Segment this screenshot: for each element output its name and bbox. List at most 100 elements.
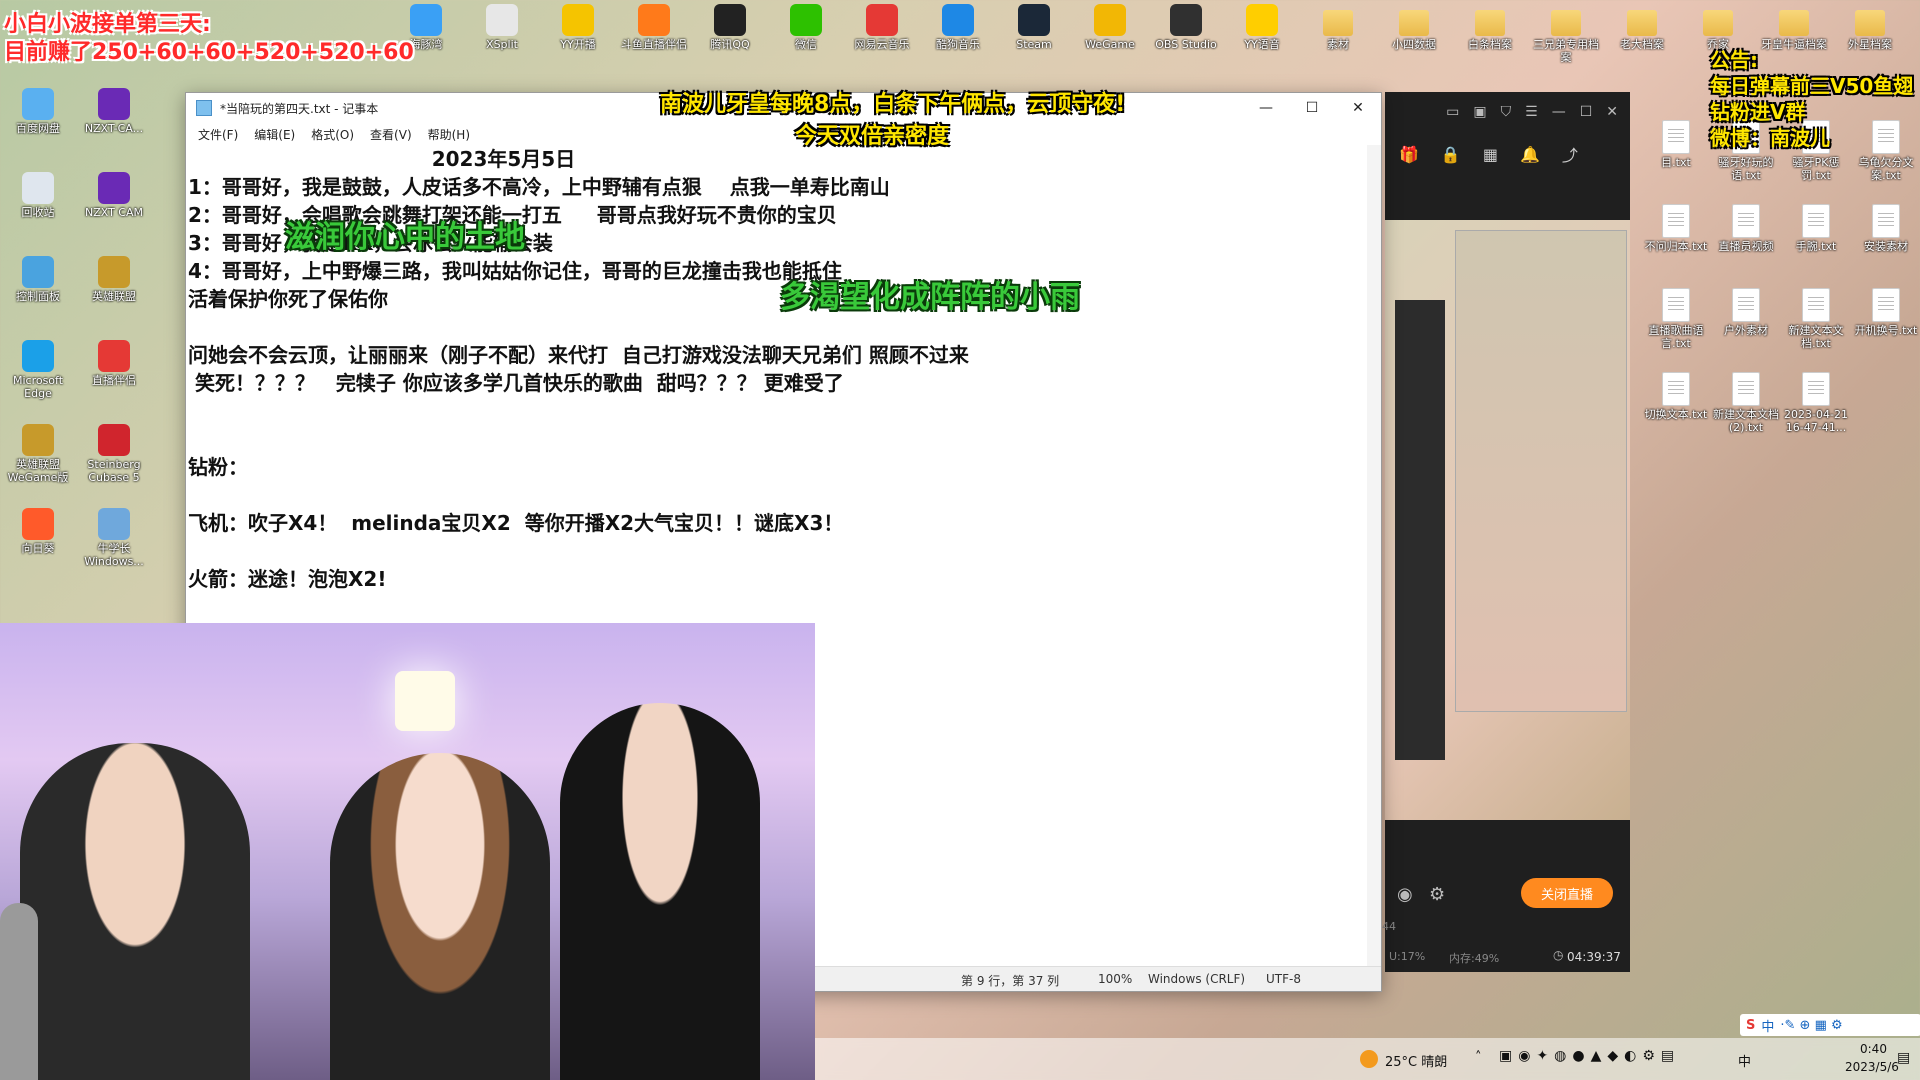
tray-icons[interactable]: ▣◉✦◍●▲◆◐⚙▤	[1499, 1048, 1680, 1064]
desktop-icon[interactable]: WeGame	[1074, 4, 1146, 51]
desktop-icon-label: 白条档案	[1468, 38, 1512, 51]
desktop-icon[interactable]: YY语音	[1226, 4, 1298, 51]
desktop-file[interactable]: 乌龟欠分文案.txt	[1850, 120, 1920, 182]
desktop-icon[interactable]: 牛学长 Windows...	[78, 508, 150, 568]
shirt-icon[interactable]: ⛉	[1501, 104, 1512, 120]
desktop-icon[interactable]: 素材	[1302, 4, 1374, 51]
desktop-icon[interactable]: 直播伴侣	[78, 340, 150, 387]
app-icon	[1551, 10, 1581, 36]
desktop-file[interactable]: 直播员视频	[1710, 204, 1782, 253]
app-icon	[790, 4, 822, 36]
person-center	[330, 753, 550, 1080]
desktop-icon[interactable]: OBS Studio	[1150, 4, 1222, 51]
desktop-icon[interactable]: 网易云音乐	[846, 4, 918, 51]
desktop-icon[interactable]: Microsoft Edge	[2, 340, 74, 400]
desktop-file[interactable]: 开机换号.txt	[1850, 288, 1920, 337]
minimize-icon[interactable]: —	[1552, 104, 1566, 120]
maximize-icon[interactable]: ☐	[1580, 104, 1593, 120]
desktop-left-icons: 百度网盘 NZXT-CA... 回收站 NZXT CAM 控制面板 英雄联盟 Microso…	[0, 88, 190, 628]
lock-icon[interactable]: 🔒	[1441, 145, 1461, 164]
desktop-file[interactable]: 手腕.txt	[1780, 204, 1852, 253]
desktop-icon[interactable]: 控制面板	[2, 256, 74, 303]
weather-text[interactable]: 25°C 晴朗	[1385, 1051, 1447, 1070]
stop-live-button[interactable]: 关闭直播	[1521, 878, 1613, 908]
app-icon	[714, 4, 746, 36]
desktop-file[interactable]: 新建文本文档.txt	[1780, 288, 1852, 350]
desktop-icon[interactable]: 英雄联盟 WeGame版	[2, 424, 74, 484]
settings-icon[interactable]: ⚙	[1429, 884, 1445, 905]
desktop-icon[interactable]: 外星档案	[1834, 4, 1906, 51]
share-icon[interactable]: ⤴	[1562, 142, 1578, 166]
text-file-icon	[1802, 372, 1830, 406]
desktop-icon[interactable]: Steinberg Cubase 5	[78, 424, 150, 484]
taskbar: 25°C 晴朗 ˄ ▣◉✦◍●▲◆◐⚙▤ 中 0:40 2023/5/6 ▤	[815, 1038, 1920, 1080]
tray-up-icon[interactable]: ˄	[1475, 1050, 1482, 1065]
app-icon	[98, 508, 130, 540]
desktop-icon[interactable]: 回收站	[2, 172, 74, 219]
desktop-icon-label: 素材	[1327, 38, 1349, 51]
app-icon	[22, 88, 54, 120]
desktop-icon-label: 老大档案	[1620, 38, 1664, 51]
gift-icon[interactable]: 🎁	[1399, 145, 1419, 164]
menu-view[interactable]: 查看(V)	[362, 123, 420, 145]
layout-icon[interactable]: ▦	[1483, 145, 1498, 164]
app-icon	[942, 4, 974, 36]
desktop-file[interactable]: 直播歌曲语言.txt	[1640, 288, 1712, 350]
desktop-icon[interactable]: 微信	[770, 4, 842, 51]
desktop-file[interactable]: 切换文本.txt	[1640, 372, 1712, 421]
close-icon[interactable]: ✕	[1606, 104, 1618, 120]
desktop-file[interactable]: 2023-04-21 16-47-41...	[1780, 372, 1852, 434]
desktop-icon[interactable]: Steam	[998, 4, 1070, 51]
desktop-icon[interactable]: 白条档案	[1454, 4, 1526, 51]
bell-icon[interactable]: 🔔	[1520, 145, 1540, 164]
text-file-icon	[1662, 288, 1690, 322]
notepad-menubar: 文件(F) 编辑(E) 格式(O) 查看(V) 帮助(H)	[186, 123, 1381, 145]
clock-time[interactable]: 0:40	[1860, 1042, 1887, 1056]
desktop-icon[interactable]: 老大档案	[1606, 4, 1678, 51]
desktop-file[interactable]: 户外素材	[1710, 288, 1782, 337]
desktop-icon[interactable]: NZXT-CA...	[78, 88, 150, 135]
desktop-file[interactable]: 不问归本.txt	[1640, 204, 1712, 253]
notification-icon[interactable]: ▤	[1897, 1050, 1910, 1066]
desktop-icon[interactable]: YY开播	[542, 4, 614, 51]
menu-file[interactable]: 文件(F)	[190, 123, 246, 145]
desktop-icon[interactable]: 英雄联盟	[78, 256, 150, 303]
menu-icon[interactable]: ☰	[1525, 104, 1538, 120]
desktop-icon-label: YY语音	[1244, 38, 1280, 51]
desktop-icon-label: 回收站	[21, 206, 55, 219]
eye-icon[interactable]: ◉	[1397, 884, 1413, 905]
desktop-icon[interactable]: XSplit	[466, 4, 538, 51]
cpu-usage: U:17%	[1389, 950, 1426, 963]
desktop-file[interactable]: 目.txt	[1640, 120, 1712, 169]
panel-icon-a[interactable]: ▭	[1446, 104, 1459, 120]
menu-format[interactable]: 格式(O)	[303, 123, 362, 145]
menu-help[interactable]: 帮助(H)	[420, 123, 478, 145]
menu-edit[interactable]: 编辑(E)	[246, 123, 303, 145]
desktop-icon[interactable]: 向日葵	[2, 508, 74, 555]
app-icon	[98, 340, 130, 372]
desktop-file-label: 开机换号.txt	[1854, 324, 1918, 337]
clock-date[interactable]: 2023/5/6	[1845, 1060, 1899, 1074]
desktop-icon[interactable]: 酷狗音乐	[922, 4, 994, 51]
panel-icon-b[interactable]: ▣	[1473, 104, 1486, 120]
desktop-icon[interactable]: 腾讯QQ	[694, 4, 766, 51]
desktop-icon[interactable]: 三兄弟专用档案	[1530, 4, 1602, 64]
desktop-icon[interactable]: 百度网盘	[2, 88, 74, 135]
app-icon	[22, 340, 54, 372]
desktop-icon[interactable]: 牙皇牛逼档案	[1758, 4, 1830, 51]
desktop-icon[interactable]: 小四数据	[1378, 4, 1450, 51]
desktop-file[interactable]: 新建文本文档 (2).txt	[1710, 372, 1782, 434]
vertical-scrollbar[interactable]	[1367, 145, 1381, 967]
desktop-file[interactable]: 安装素材	[1850, 204, 1920, 253]
desktop-icon[interactable]: NZXT CAM	[78, 172, 150, 219]
maximize-button[interactable]: ☐	[1289, 93, 1335, 123]
overlay-announcement-line2: 钻粉进V群	[1710, 100, 1806, 124]
desktop-icon-label: 小四数据	[1392, 38, 1436, 51]
ime-indicator[interactable]: 中	[1738, 1051, 1751, 1070]
desktop-icon[interactable]: 斗鱼直播伴侣	[618, 4, 690, 51]
desktop-icon-label: Steinberg Cubase 5	[87, 458, 141, 484]
ime-toolbar[interactable]: S 中 ·✎ ⊕ ▦ ⚙	[1740, 1014, 1920, 1036]
minimize-button[interactable]: —	[1243, 93, 1289, 123]
desktop-icon-label: 牛学长 Windows...	[84, 542, 144, 568]
close-button[interactable]: ✕	[1335, 93, 1381, 123]
